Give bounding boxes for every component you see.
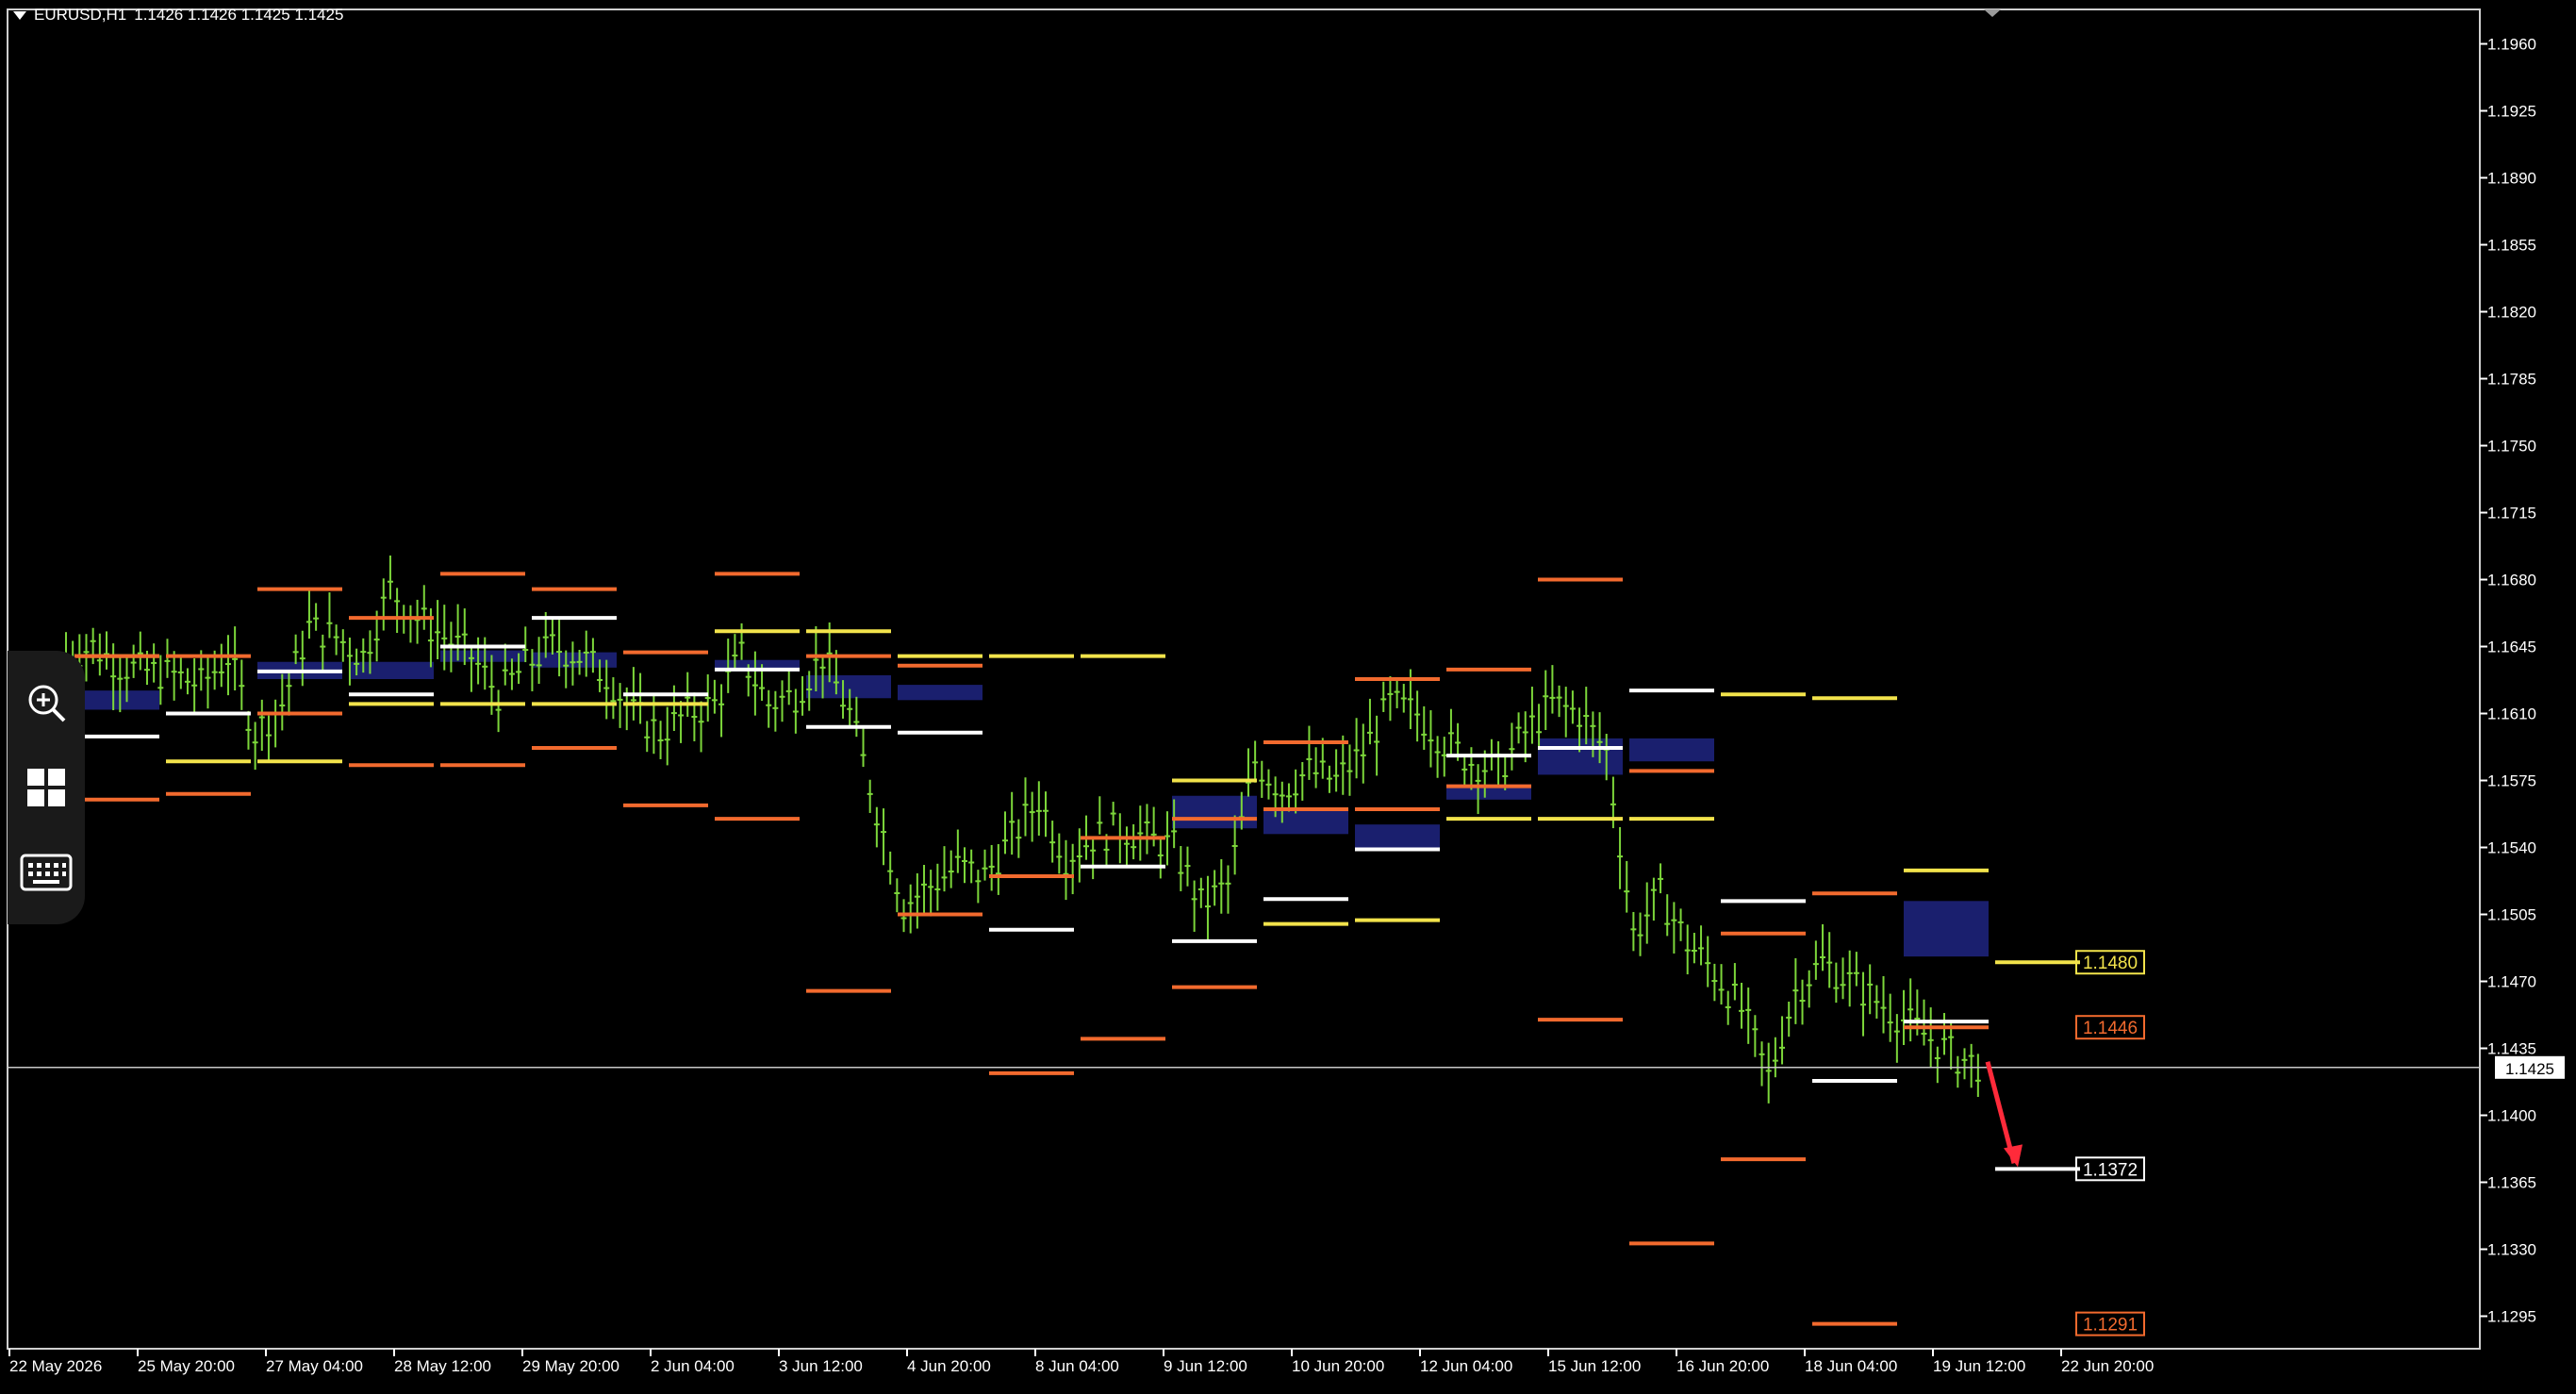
price-tick-label: 1.1820: [2487, 304, 2536, 322]
time-tick-label: 22 Jun 20:00: [2061, 1357, 2154, 1375]
supply-demand-zone: [349, 661, 434, 679]
supply-demand-zone: [1355, 824, 1440, 848]
level-price-label: 1.1372: [2083, 1160, 2138, 1180]
time-tick-label: 4 Jun 20:00: [907, 1357, 991, 1375]
price-tick-label: 1.1855: [2487, 237, 2536, 255]
time-tick-label: 22 May 2026: [9, 1357, 102, 1375]
price-tick-label: 1.1750: [2487, 438, 2536, 456]
price-tick-label: 1.1540: [2487, 839, 2536, 857]
chart-window[interactable]: 1.1960 1.1925 1.1890 1.1855 1.1820 1.1785 1.17…: [0, 0, 2576, 1394]
level-price-label: 1.1480: [2083, 954, 2138, 973]
time-tick-label: 18 Jun 04:00: [1805, 1357, 1897, 1375]
time-tick-label: 27 May 04:00: [266, 1357, 363, 1375]
supply-demand-zone: [806, 674, 891, 699]
price-chart[interactable]: 1.1960 1.1925 1.1890 1.1855 1.1820 1.1785 1.17…: [0, 0, 2576, 1394]
shift-marker-icon: [1984, 9, 2001, 17]
supply-demand-zone: [898, 685, 983, 701]
time-tick-label: 16 Jun 20:00: [1676, 1357, 1769, 1375]
price-tick-label: 1.1680: [2487, 572, 2536, 589]
price-tick-label: 1.1575: [2487, 772, 2536, 790]
time-tick-label: 10 Jun 20:00: [1292, 1357, 1384, 1375]
price-tick-label: 1.1645: [2487, 639, 2536, 656]
price-tick-label: 1.1295: [2487, 1308, 2536, 1326]
symbol-label: EURUSD,H1: [34, 6, 127, 24]
price-tick-label: 1.1505: [2487, 906, 2536, 924]
keyboard-icon: [20, 854, 73, 891]
price-tick-label: 1.1365: [2487, 1174, 2536, 1192]
price-tick-label: 1.1435: [2487, 1040, 2536, 1058]
zoom-in-icon: [28, 685, 66, 722]
supply-demand-zone: [1904, 901, 1989, 957]
chart-title-bar: EURUSD,H1 1.1426 1.1426 1.1425 1.1425: [13, 6, 343, 25]
price-tick-label: 1.1400: [2487, 1107, 2536, 1125]
layout-button[interactable]: [20, 761, 73, 814]
supply-demand-zone: [1629, 738, 1714, 762]
supply-demand-zone: [532, 652, 617, 668]
time-tick-label: 28 May 12:00: [394, 1357, 491, 1375]
time-tick-label: 12 Jun 04:00: [1420, 1357, 1512, 1375]
keyboard-button[interactable]: [20, 846, 73, 899]
zoom-in-button[interactable]: [20, 676, 73, 729]
price-tick-label: 1.1785: [2487, 371, 2536, 389]
time-tick-label: 8 Jun 04:00: [1035, 1357, 1119, 1375]
price-tick-label: 1.1470: [2487, 973, 2536, 991]
triangle-down-icon[interactable]: [13, 10, 26, 20]
time-tick-label: 2 Jun 04:00: [651, 1357, 735, 1375]
price-tick-label: 1.1890: [2487, 170, 2536, 188]
level-price-label: 1.1291: [2083, 1316, 2138, 1336]
supply-demand-zone: [74, 690, 159, 710]
time-tick-label: 29 May 20:00: [522, 1357, 619, 1375]
time-tick-label: 19 Jun 12:00: [1933, 1357, 2025, 1375]
price-tick-label: 1.1925: [2487, 103, 2536, 121]
time-tick-label: 15 Jun 12:00: [1548, 1357, 1641, 1375]
time-tick-label: 3 Jun 12:00: [779, 1357, 863, 1375]
ohlc-label: 1.1426 1.1426 1.1425 1.1425: [134, 6, 344, 24]
arrow-head-icon: [2004, 1144, 2023, 1168]
time-tick-label: 25 May 20:00: [138, 1357, 235, 1375]
price-tick-label: 1.1715: [2487, 505, 2536, 523]
price-tick-label: 1.1610: [2487, 705, 2536, 723]
time-tick-label: 9 Jun 12:00: [1164, 1357, 1247, 1375]
level-price-label: 1.1446: [2083, 1019, 2138, 1038]
price-tick-label: 1.1330: [2487, 1241, 2536, 1259]
supply-demand-zone: [1172, 795, 1257, 829]
grid-layout-icon: [27, 769, 65, 806]
current-price-label: 1.1425: [2505, 1060, 2554, 1078]
side-toolbar: [8, 651, 85, 924]
price-tick-label: 1.1960: [2487, 36, 2536, 54]
